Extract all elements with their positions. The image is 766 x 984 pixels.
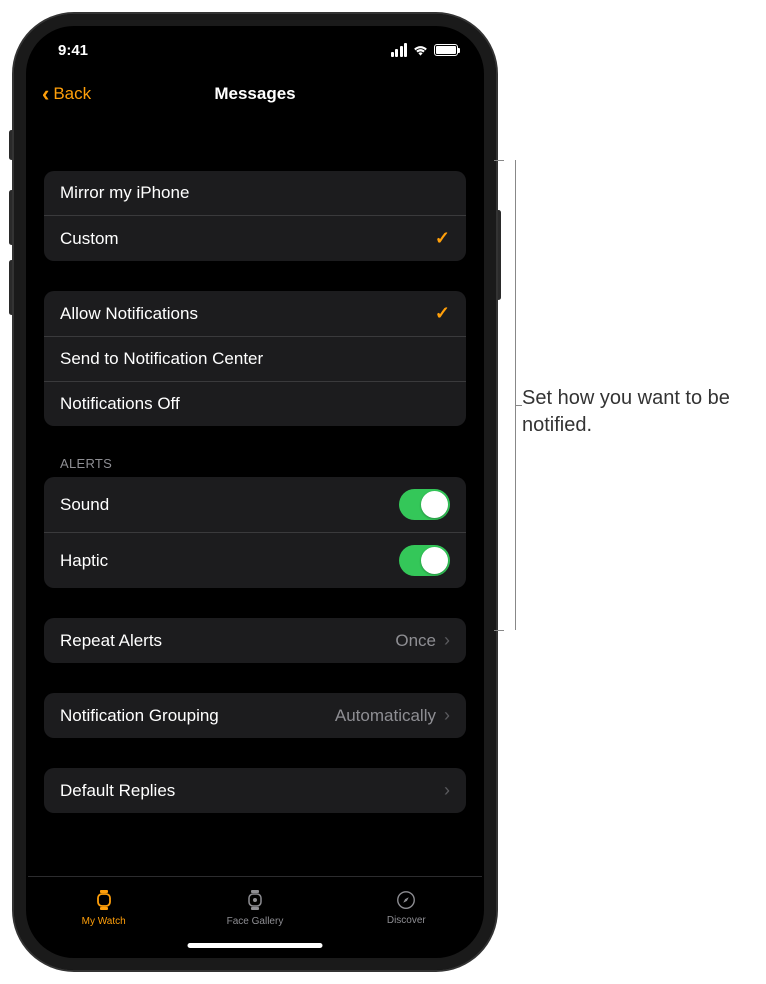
default-replies-row[interactable]: Default Replies › <box>44 768 466 813</box>
sound-toggle[interactable] <box>399 489 450 520</box>
row-value: Once <box>395 631 436 651</box>
row-value: Automatically <box>335 706 436 726</box>
notification-grouping-group: Notification Grouping Automatically › <box>44 693 466 738</box>
sound-row: Sound <box>44 477 466 532</box>
row-label: Notification Grouping <box>60 706 219 726</box>
home-indicator[interactable] <box>188 943 323 948</box>
tab-label: Face Gallery <box>227 916 284 927</box>
notification-grouping-row[interactable]: Notification Grouping Automatically › <box>44 693 466 738</box>
watch-face-icon <box>243 888 267 912</box>
navigation-bar: ‹ Back Messages <box>28 72 482 116</box>
alerts-group: Sound Haptic <box>44 477 466 588</box>
row-label: Send to Notification Center <box>60 349 263 369</box>
mirror-iphone-row[interactable]: Mirror my iPhone <box>44 171 466 215</box>
cellular-signal-icon <box>391 43 408 57</box>
tab-label: My Watch <box>82 916 126 927</box>
chevron-right-icon: › <box>444 630 450 651</box>
callout-tick <box>494 160 504 161</box>
tab-discover[interactable]: Discover <box>331 877 482 938</box>
checkmark-icon: ✓ <box>435 303 450 324</box>
row-label: Allow Notifications <box>60 304 198 324</box>
page-title: Messages <box>214 84 295 104</box>
custom-row[interactable]: Custom ✓ <box>44 215 466 261</box>
compass-icon <box>395 889 417 911</box>
haptic-row: Haptic <box>44 532 466 588</box>
chevron-right-icon: › <box>444 780 450 801</box>
alerts-header: ALERTS <box>44 426 466 477</box>
row-label: Sound <box>60 495 109 515</box>
callout-text: Set how you want to be notified. <box>522 385 752 439</box>
tab-my-watch[interactable]: My Watch <box>28 877 179 938</box>
settings-content[interactable]: Mirror my iPhone Custom ✓ Allow Notifica… <box>28 116 482 876</box>
callout-bracket <box>494 160 516 630</box>
chevron-right-icon: › <box>444 705 450 726</box>
callout-tick <box>494 630 504 631</box>
tab-face-gallery[interactable]: Face Gallery <box>179 877 330 938</box>
default-replies-group: Default Replies › <box>44 768 466 813</box>
notch <box>150 28 360 60</box>
haptic-toggle[interactable] <box>399 545 450 576</box>
repeat-alerts-row[interactable]: Repeat Alerts Once › <box>44 618 466 663</box>
row-label: Haptic <box>60 551 108 571</box>
row-label: Custom <box>60 229 119 249</box>
watch-icon <box>92 888 116 912</box>
mirror-group: Mirror my iPhone Custom ✓ <box>44 171 466 261</box>
send-to-notification-center-row[interactable]: Send to Notification Center <box>44 336 466 381</box>
row-label: Repeat Alerts <box>60 631 162 651</box>
notifications-group: Allow Notifications ✓ Send to Notificati… <box>44 291 466 426</box>
status-indicators <box>391 43 459 57</box>
repeat-alerts-group: Repeat Alerts Once › <box>44 618 466 663</box>
iphone-frame: 9:41 ‹ Back Messages Mirror my iPh <box>14 14 496 970</box>
status-time: 9:41 <box>58 42 88 59</box>
row-label: Default Replies <box>60 781 175 801</box>
row-label: Mirror my iPhone <box>60 183 189 203</box>
battery-icon <box>434 44 458 56</box>
tab-label: Discover <box>387 915 426 926</box>
allow-notifications-row[interactable]: Allow Notifications ✓ <box>44 291 466 336</box>
wifi-icon <box>412 44 429 57</box>
back-label: Back <box>53 84 91 104</box>
notifications-off-row[interactable]: Notifications Off <box>44 381 466 426</box>
row-label: Notifications Off <box>60 394 180 414</box>
back-button[interactable]: ‹ Back <box>42 81 91 107</box>
chevron-left-icon: ‹ <box>42 81 49 107</box>
checkmark-icon: ✓ <box>435 228 450 249</box>
screen: 9:41 ‹ Back Messages Mirror my iPh <box>28 28 482 956</box>
